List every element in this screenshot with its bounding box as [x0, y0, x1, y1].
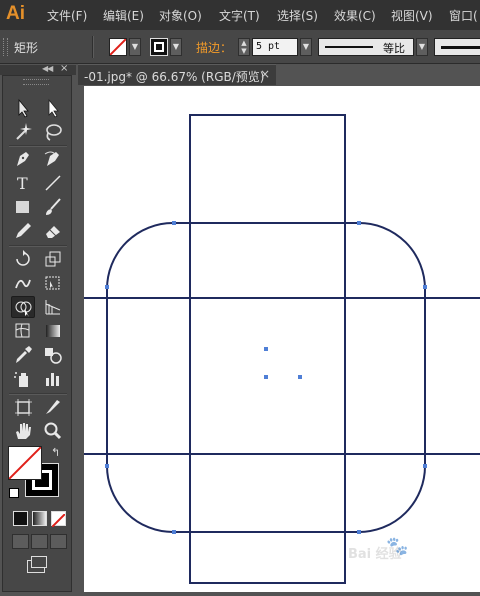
current-tool-label: 矩形: [14, 41, 39, 55]
pen-tool-icon[interactable]: [11, 148, 35, 170]
default-colors-icon[interactable]: [9, 488, 19, 498]
selection-tool-icon[interactable]: [11, 97, 35, 119]
warp-tool-icon[interactable]: [11, 272, 35, 294]
line-segment-tool-icon[interactable]: [41, 172, 65, 194]
artboard-tool-icon[interactable]: [11, 396, 35, 418]
hand-tool-icon[interactable]: [11, 420, 35, 442]
zoom-tool-icon[interactable]: [41, 420, 65, 442]
slice-tool-icon[interactable]: [41, 396, 65, 418]
control-bar-grip[interactable]: [3, 38, 8, 56]
draw-inside-button[interactable]: [50, 534, 67, 549]
magic-wand-tool-icon[interactable]: [11, 121, 35, 143]
app-logo: Ai: [6, 3, 25, 24]
anchor-point[interactable]: [423, 285, 427, 289]
brush-stroke-icon: [441, 46, 480, 49]
symbol-sprayer-tool-icon[interactable]: [11, 368, 35, 390]
stroke-dropdown[interactable]: ▼: [170, 38, 182, 56]
divider: [92, 36, 94, 58]
none-fill-icon: [8, 446, 42, 480]
none-fill-icon: [109, 38, 127, 56]
tool-divider: [9, 393, 67, 395]
menu-effect[interactable]: 效果(C): [334, 7, 376, 24]
gradient-mode-button[interactable]: [32, 511, 47, 526]
variable-width-profile[interactable]: 等比: [318, 38, 414, 56]
collapse-panel-icon[interactable]: ◀◀: [42, 64, 53, 73]
shape-builder-tool-icon[interactable]: [11, 296, 35, 318]
menu-edit[interactable]: 编辑(E): [103, 7, 144, 24]
none-mode-button[interactable]: [51, 511, 66, 528]
rotate-tool-icon[interactable]: [11, 248, 35, 270]
svg-text:T: T: [17, 174, 28, 193]
menu-select[interactable]: 选择(S): [277, 7, 318, 24]
rectangle-tool-icon[interactable]: [11, 196, 35, 218]
stroke-weight-spinner[interactable]: ▲ ▼: [238, 38, 250, 56]
color-mode-button[interactable]: [13, 511, 28, 526]
menu-type[interactable]: 文字(T): [219, 7, 260, 24]
menu-view[interactable]: 视图(V): [391, 7, 433, 24]
anchor-point[interactable]: [357, 530, 361, 534]
draw-normal-button[interactable]: [12, 534, 29, 549]
stroke-weight-field[interactable]: 5 pt: [252, 38, 298, 56]
type-tool-icon[interactable]: T: [11, 172, 35, 194]
brush-definition[interactable]: [434, 38, 480, 56]
watermark-paw-icon: 🐾: [386, 536, 409, 557]
tools-panel-header: ◀◀ ×: [0, 63, 76, 75]
center-point[interactable]: [264, 375, 268, 379]
anchor-point[interactable]: [105, 285, 109, 289]
fill-dropdown[interactable]: ▼: [129, 38, 141, 56]
none-fill-icon: [51, 513, 66, 528]
mesh-tool-icon[interactable]: [11, 320, 35, 342]
tools-panel-grip[interactable]: [23, 79, 49, 85]
anchor-point[interactable]: [423, 464, 427, 468]
stroke-color-swatch[interactable]: [150, 38, 168, 56]
close-panel-icon[interactable]: ×: [60, 63, 68, 74]
stroke-label[interactable]: 描边：: [196, 39, 232, 56]
column-graph-tool-icon[interactable]: [41, 368, 65, 390]
tool-divider: [9, 245, 67, 247]
anchor-point[interactable]: [357, 221, 361, 225]
profile-dropdown[interactable]: ▼: [416, 38, 428, 56]
profile-label: 等比: [383, 42, 405, 55]
profile-line-icon: [325, 46, 373, 48]
curvature-tool-icon[interactable]: [41, 148, 65, 170]
menu-bar: Ai 文件(F) 编辑(E) 对象(O) 文字(T) 选择(S) 效果(C) 视…: [0, 0, 480, 30]
free-transform-tool-icon[interactable]: [41, 272, 65, 294]
paintbrush-tool-icon[interactable]: [41, 196, 65, 218]
menu-file[interactable]: 文件(F): [47, 7, 87, 24]
perspective-grid-tool-icon[interactable]: [41, 296, 65, 318]
control-bar: 矩形 ▼ ▼ 描边： ▲ ▼ 5 pt ▼ 等比 ▼: [0, 30, 480, 64]
direct-selection-tool-icon[interactable]: [41, 97, 65, 119]
menu-window[interactable]: 窗口(: [449, 7, 478, 24]
draw-behind-button[interactable]: [31, 534, 48, 549]
close-document-icon[interactable]: ×: [260, 67, 270, 81]
tools-panel: T ↰: [2, 75, 72, 592]
fill-swatch-front[interactable]: [8, 446, 42, 480]
stroke-box-icon: [154, 42, 164, 52]
anchor-point[interactable]: [172, 530, 176, 534]
fill-color-swatch[interactable]: [109, 38, 127, 56]
blend-tool-icon[interactable]: [41, 344, 65, 366]
artboard-canvas[interactable]: [74, 86, 480, 592]
menu-object[interactable]: 对象(O): [159, 7, 202, 24]
tool-divider: [9, 145, 67, 147]
stroke-weight-dropdown[interactable]: ▼: [300, 38, 312, 56]
document-tab[interactable]: -01.jpg* @ 66.67% (RGB/预览) ×: [78, 64, 276, 85]
bottom-flap-rect[interactable]: [189, 531, 346, 584]
pencil-tool-icon[interactable]: [11, 220, 35, 242]
anchor-point[interactable]: [105, 464, 109, 468]
screen-mode-icon[interactable]: [27, 556, 47, 573]
eyedropper-tool-icon[interactable]: [11, 344, 35, 366]
top-flap-rect[interactable]: [189, 114, 346, 224]
scale-tool-icon[interactable]: [41, 248, 65, 270]
document-title: -01.jpg* @ 66.67% (RGB/预览): [84, 70, 265, 84]
artwork: [74, 114, 480, 584]
center-point[interactable]: [264, 347, 268, 351]
center-point[interactable]: [298, 375, 302, 379]
lasso-tool-icon[interactable]: [41, 121, 65, 143]
anchor-point[interactable]: [172, 221, 176, 225]
swap-fill-stroke-icon[interactable]: ↰: [51, 446, 60, 459]
eraser-tool-icon[interactable]: [41, 220, 65, 242]
gradient-tool-icon[interactable]: [41, 320, 65, 342]
